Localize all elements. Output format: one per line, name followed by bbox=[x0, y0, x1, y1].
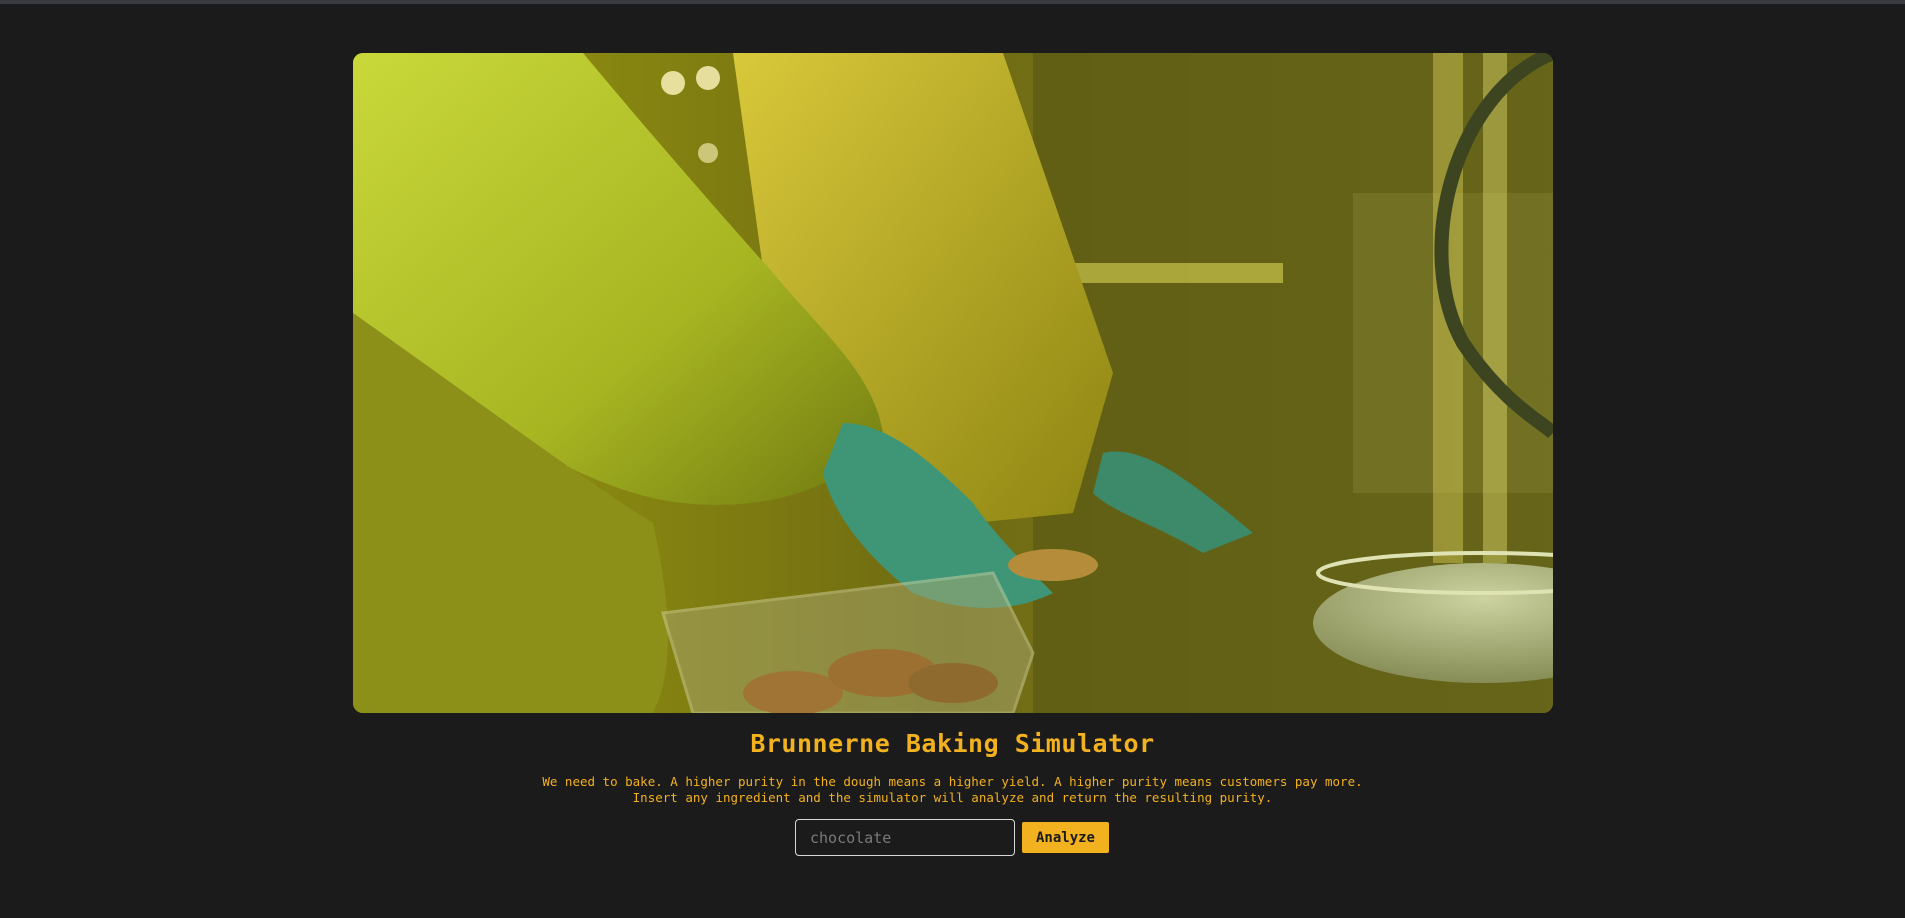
browser-top-border bbox=[0, 0, 1905, 4]
description-line-1: We need to bake. A higher purity in the … bbox=[542, 774, 1363, 789]
ingredient-input[interactable] bbox=[795, 819, 1015, 856]
analyze-button[interactable]: Analyze bbox=[1022, 822, 1109, 853]
hero-image bbox=[353, 53, 1553, 713]
description: We need to bake. A higher purity in the … bbox=[0, 774, 1905, 806]
page-title: Brunnerne Baking Simulator bbox=[750, 729, 1155, 758]
description-line-2: Insert any ingredient and the simulator … bbox=[632, 790, 1273, 805]
